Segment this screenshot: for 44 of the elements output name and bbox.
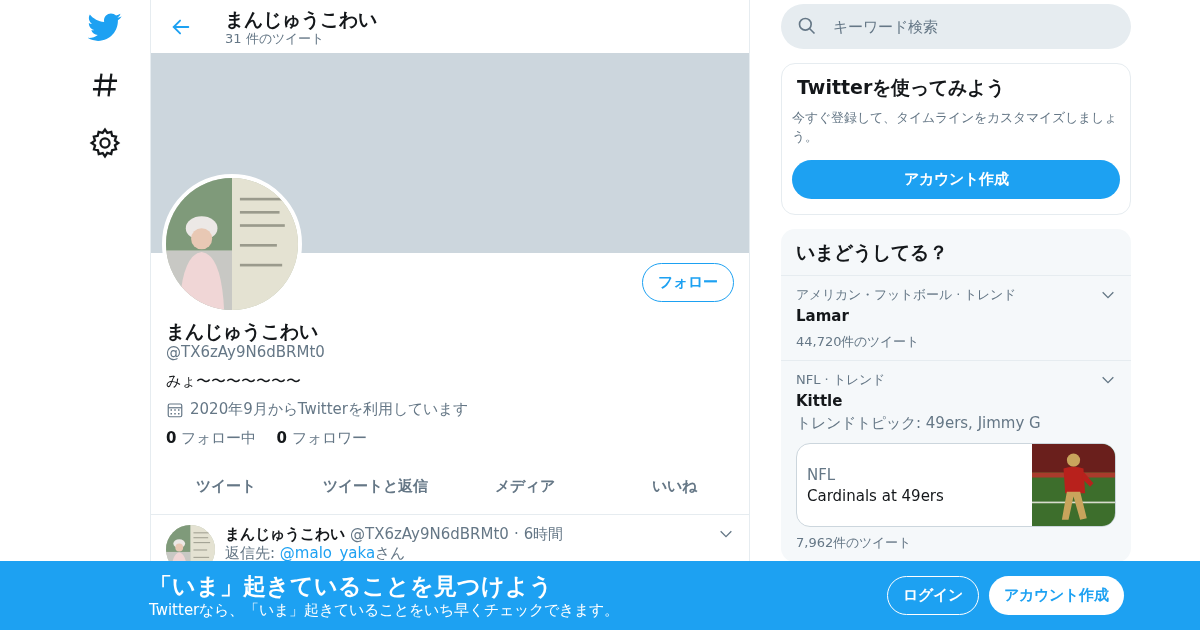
trend-name: Lamar xyxy=(796,306,850,326)
profile-name: まんじゅうこわい xyxy=(166,319,319,343)
header-title: まんじゅうこわい xyxy=(225,6,377,31)
search-icon xyxy=(797,16,817,36)
settings-icon[interactable] xyxy=(88,126,122,160)
tweet-author: まんじゅうこわい xyxy=(225,525,345,543)
trend-topics: トレンドトピック: 49ers, Jimmy G xyxy=(796,413,1042,433)
trend-card[interactable]: NFL Cardinals at 49ers xyxy=(796,443,1116,527)
join-date: 2020年9月からTwitterを利用しています xyxy=(190,400,468,419)
following-link[interactable]: 0 フォロー中 xyxy=(166,429,257,448)
signup-button[interactable]: アカウント作成 xyxy=(989,576,1124,615)
trends-title: いまどうしてる？ xyxy=(781,229,1131,276)
create-account-button[interactable]: アカウント作成 xyxy=(792,160,1120,199)
trend-name: Kittle xyxy=(796,391,844,411)
trend-item[interactable]: アメリカン・フットボール · トレンド Lamar 44,720件のツイート xyxy=(781,276,1131,361)
trend-tweet-count: 7,962件のツイート xyxy=(796,535,913,551)
banner-title: 「いま」起きていることを見つけよう xyxy=(149,571,554,600)
bird-icon[interactable] xyxy=(88,10,122,44)
tweet-count: 31 件のツイート xyxy=(225,30,325,47)
profile-handle: @TX6zAy9N6dBRMt0 xyxy=(166,343,326,361)
trend-item[interactable]: NFL · トレンド Kittle トレンドトピック: 49ers, Jimmy G NFL Cardinals at 49ers 7,962件のツイート xyxy=(781,361,1131,562)
card-title: Twitterを使ってみよう xyxy=(796,75,1007,100)
followers-link[interactable]: 0 フォロワー xyxy=(276,429,367,448)
follow-button[interactable]: フォロー xyxy=(642,263,734,302)
tweet-handle: @TX6zAy9N6dBRMt0 xyxy=(350,525,509,543)
profile-bio: みょ〜〜〜〜〜〜〜 xyxy=(166,371,302,391)
trend-context: NFL · トレンド xyxy=(796,371,885,389)
banner-subtitle: Twitterなら、「いま」起きていることをいち早くチェックできます。 xyxy=(149,599,621,620)
calendar-icon xyxy=(166,400,184,419)
profile-tab[interactable]: いいね xyxy=(599,460,749,514)
login-button[interactable]: ログイン xyxy=(887,576,979,615)
card-source: NFL xyxy=(807,465,837,484)
mention-link[interactable]: @malo_yaka xyxy=(279,544,376,562)
trend-tweet-count: 44,720件のツイート xyxy=(796,334,921,350)
card-headline: Cardinals at 49ers xyxy=(807,486,945,505)
reply-to-text: 返信先: @malo_yakaさん xyxy=(225,543,407,563)
tweet-time: 6時間 xyxy=(523,525,564,543)
card-text: 今すぐ登録して、タイムラインをカスタマイズしましょう。 xyxy=(792,109,1118,146)
search-field[interactable]: キーワード検索 xyxy=(781,4,1131,49)
trend-context: アメリカン・フットボール · トレンド xyxy=(796,286,1017,304)
separator-dot: · xyxy=(513,525,519,543)
profile-tab[interactable]: ツイートと返信 xyxy=(300,460,450,514)
profile-tab[interactable]: ツイート xyxy=(151,460,301,514)
profile-tab[interactable]: メディア xyxy=(450,460,600,514)
